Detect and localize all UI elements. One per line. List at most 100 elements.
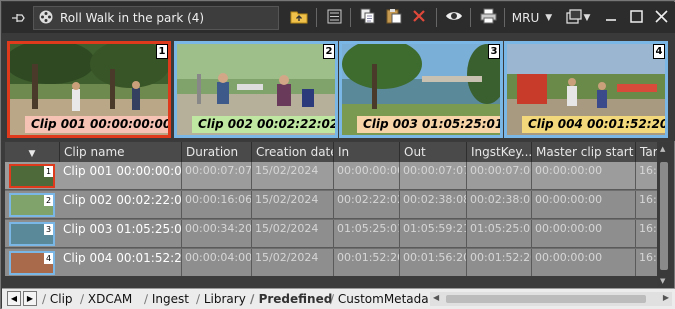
separator (470, 8, 471, 27)
table-row[interactable]: 1 Clip 001 00:00:00:00 00:00:07:07 15/02… (5, 162, 657, 190)
paste-icon (386, 8, 402, 27)
mru-dropdown[interactable]: MRU ▼ (508, 2, 556, 33)
delete-button[interactable] (407, 2, 431, 33)
tab-predefined[interactable]: ∕ Predefined (250, 290, 332, 308)
vertical-scrollbar[interactable]: ▲ ▼ (657, 142, 671, 288)
delete-x-icon (412, 9, 426, 26)
separator (436, 8, 437, 27)
tab-label: XDCAM (87, 292, 133, 306)
paste-button[interactable] (382, 2, 406, 33)
table-row[interactable]: 2 Clip 002 00:02:22:02 00:00:16:06 15/02… (5, 191, 657, 219)
window-layout-dropdown[interactable]: ▼ (562, 2, 594, 33)
column-header[interactable]: IngstKey... (467, 142, 532, 162)
roll-window: Roll Walk in the park (4) MRU ▼ ▼ 1 Clip… (0, 0, 675, 309)
window-title: Roll Walk in the park (4) (60, 11, 205, 25)
scroll-down-icon[interactable]: ▼ (660, 277, 665, 285)
table-row[interactable]: 4 Clip 004 00:01:52:20 00:00:04:00 15/02… (5, 249, 657, 276)
target-aspect-cell: 16:9 (636, 249, 657, 276)
clip-name-cell: Clip 001 00:00:00:00 (60, 162, 182, 190)
copy-icon (360, 8, 376, 27)
tab-bar: ◀ ▶ ∕ Clip ∕ XDCAM ∕ Ingest ∕ Library ∕ … (2, 288, 675, 309)
thumbnail-caption: Clip 001 00:00:00:00 (25, 116, 168, 133)
duration-cell: 00:00:04:00 (182, 249, 252, 276)
scroll-left-icon[interactable]: ◀ (433, 293, 439, 302)
thumbnail-clip-1[interactable]: 1 Clip 001 00:00:00:00 (7, 41, 171, 138)
maximize-icon (629, 9, 643, 26)
column-header[interactable]: Clip name (60, 142, 182, 162)
out-cell: 01:05:59:21 (400, 220, 467, 248)
in-cell: 00:00:00:00 (334, 162, 400, 190)
thumbnail-number: 2 (323, 44, 335, 59)
tab-ingest[interactable]: ∕ Ingest (144, 290, 189, 308)
column-header[interactable]: Creation date (252, 142, 334, 162)
column-header[interactable]: Duration (182, 142, 252, 162)
out-cell: 00:01:56:20 (400, 249, 467, 276)
creation-date-cell: 15/02/2024 (252, 249, 334, 276)
tab-label: CustomMetada (337, 292, 428, 306)
out-cell: 00:02:38:08 (400, 191, 467, 219)
scroll-up-icon[interactable]: ▲ (660, 145, 665, 153)
copy-button[interactable] (356, 2, 380, 33)
scrollbar-thumb[interactable] (660, 162, 668, 270)
thumbnail-clip-4[interactable]: 4 Clip 004 00:01:52:20 (504, 41, 668, 138)
row-number: 2 (44, 195, 53, 206)
maximize-button[interactable] (623, 2, 649, 33)
tab-xdcam[interactable]: ∕ XDCAM (80, 290, 132, 308)
thumbnail-clip-2[interactable]: 2 Clip 002 00:02:22:02 (174, 41, 338, 138)
tab-clip[interactable]: ∕ Clip (42, 290, 73, 308)
close-icon (654, 9, 668, 26)
scrollbar-thumb[interactable] (446, 295, 646, 303)
row-thumbnail: 2 (9, 193, 55, 217)
thumbnail-number: 1 (156, 44, 168, 59)
column-header[interactable]: Tar (636, 142, 657, 162)
tab-library[interactable]: ∕ Library (196, 290, 246, 308)
list-view-button[interactable] (322, 2, 346, 33)
duration-cell: 00:00:16:06 (182, 191, 252, 219)
master-clip-start-cell: 00:00:00:00 (532, 220, 636, 248)
printer-icon (480, 8, 497, 27)
play-left-icon: ◀ (10, 294, 18, 303)
ingest-key-cell: 00:01:52:20 (467, 249, 532, 276)
creation-date-cell: 15/02/2024 (252, 162, 334, 190)
pin-icon[interactable] (6, 2, 30, 33)
view-button[interactable] (442, 2, 466, 33)
chevron-down-icon: ▼ (545, 12, 553, 23)
clip-table: ▼ Clip name Duration Creation date In Ou… (5, 142, 657, 276)
creation-date-cell: 15/02/2024 (252, 191, 334, 219)
play-right-icon: ▶ (26, 294, 34, 303)
film-reel-icon (38, 9, 54, 28)
thumbnail-caption: Clip 002 00:02:22:02 (192, 116, 335, 133)
print-button[interactable] (476, 2, 500, 33)
column-header[interactable]: Master clip start (532, 142, 636, 162)
table-row[interactable]: 3 Clip 003 01:05:25:01 00:00:34:20 15/02… (5, 220, 657, 248)
horizontal-scrollbar[interactable]: ◀ ▶ (430, 292, 672, 306)
ingest-key-cell: 01:05:25:01 (467, 220, 532, 248)
eye-icon (445, 10, 463, 25)
thumbnail-number: 4 (653, 44, 665, 59)
in-cell: 01:05:25:01 (334, 220, 400, 248)
tab-custom-metadata[interactable]: ∕ CustomMetada (330, 290, 428, 308)
minimize-icon (605, 10, 617, 25)
thumbnail-clip-3[interactable]: 3 Clip 003 01:05:25:01 (339, 41, 503, 138)
chevron-down-icon: ▼ (583, 12, 591, 23)
thumbnail-caption: Clip 004 00:01:52:20 (522, 116, 665, 133)
mru-label: MRU (511, 10, 540, 25)
minimize-button[interactable] (598, 2, 624, 33)
target-aspect-cell: 16:9 (636, 220, 657, 248)
ingest-key-cell: 00:00:07:06 (467, 162, 532, 190)
folder-up-button[interactable] (286, 2, 312, 33)
tab-label: Library (203, 292, 246, 306)
sort-column-header[interactable]: ▼ (5, 142, 60, 162)
target-aspect-cell: 16:9 (636, 191, 657, 219)
list-view-icon (327, 9, 342, 27)
column-header[interactable]: In (334, 142, 400, 162)
tab-scroll-right-button[interactable]: ▶ (23, 291, 37, 306)
close-button[interactable] (648, 2, 674, 33)
scroll-right-icon[interactable]: ▶ (663, 293, 669, 302)
row-thumbnail: 3 (9, 222, 55, 246)
separator (504, 8, 505, 27)
column-header[interactable]: Out (400, 142, 467, 162)
tab-scroll-left-button[interactable]: ◀ (7, 291, 21, 306)
row-thumbnail: 1 (9, 164, 55, 188)
clip-name-cell: Clip 003 01:05:25:01 (60, 220, 182, 248)
